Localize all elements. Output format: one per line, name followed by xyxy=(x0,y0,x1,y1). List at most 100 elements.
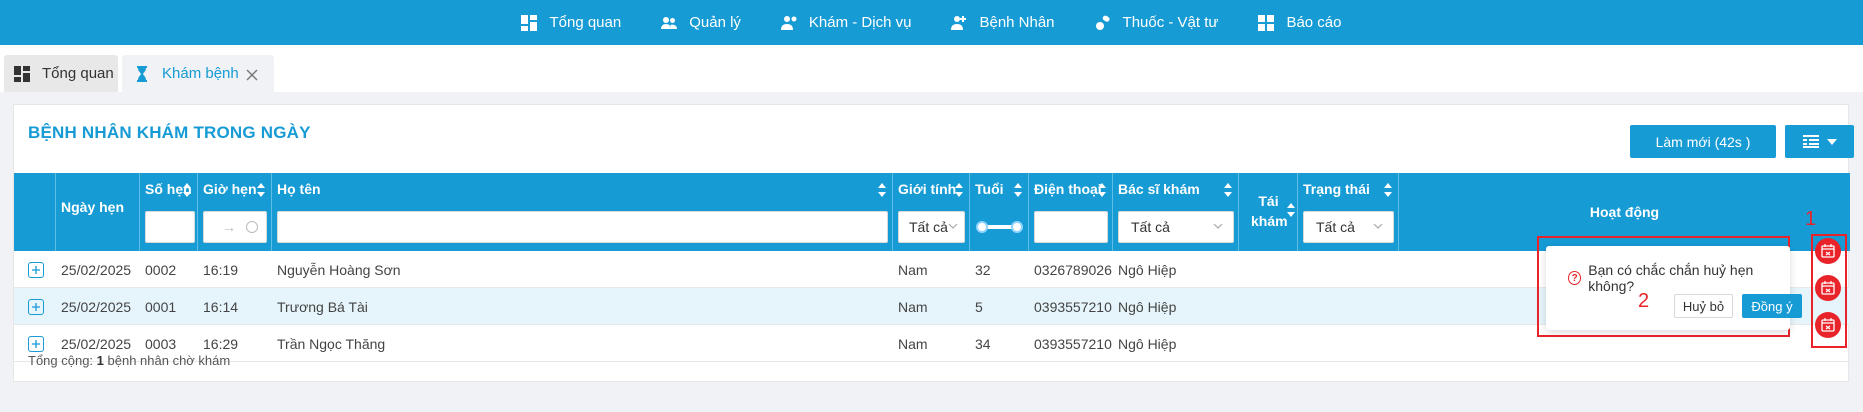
sort-icon[interactable] xyxy=(183,183,191,197)
nav-item-label: Quản lý xyxy=(689,14,741,31)
table-columns-icon xyxy=(1802,135,1819,148)
caret-down-icon xyxy=(1826,138,1837,145)
nav-item-label: Khám - Dịch vụ xyxy=(808,14,912,31)
column-header-time[interactable]: Giờ hẹn → xyxy=(198,173,272,251)
expand-column-header xyxy=(14,173,56,251)
cell-phone: 0393557210 xyxy=(1034,298,1112,315)
cell-time: 16:19 xyxy=(203,261,239,278)
cell-time: 16:14 xyxy=(203,298,239,315)
tab-examination[interactable]: Khám bệnh xyxy=(122,55,274,92)
cell-phone: 0326789026 xyxy=(1034,261,1112,278)
cell-name: Trần Ngọc Thăng xyxy=(277,335,386,352)
dashboard-icon xyxy=(521,14,538,31)
cancel-appointment-button[interactable] xyxy=(1815,275,1841,301)
column-header-doctor[interactable]: Bác sĩ khám Tất cả xyxy=(1113,173,1239,251)
cell-gender: Nam xyxy=(898,298,928,315)
expand-row-icon[interactable] xyxy=(28,262,44,278)
page-title: BỆNH NHÂN KHÁM TRONG NGÀY xyxy=(28,123,311,142)
users-icon xyxy=(661,15,678,31)
nav-item-label: Báo cáo xyxy=(1286,14,1342,31)
cell-number: 0001 xyxy=(145,298,177,315)
nav-item-dashboard[interactable]: Tổng quan xyxy=(501,0,641,45)
age-range-slider[interactable] xyxy=(976,221,1023,233)
column-header-gender[interactable]: Giới tính Tất cả xyxy=(893,173,970,251)
name-filter-input[interactable] xyxy=(277,211,888,243)
cell-date: 25/02/2025 xyxy=(61,261,132,278)
sort-icon[interactable] xyxy=(1384,183,1392,197)
column-view-button[interactable] xyxy=(1785,125,1854,158)
cell-name: Trương Bá Tài xyxy=(277,298,368,315)
column-header-age[interactable]: Tuổi xyxy=(970,173,1029,251)
cancel-appointment-button[interactable] xyxy=(1815,238,1841,264)
column-header-status[interactable]: Trạng thái Tất cả xyxy=(1298,173,1399,251)
sort-icon[interactable] xyxy=(1287,203,1295,217)
status-filter-select[interactable]: Tất cả xyxy=(1303,211,1394,243)
popconfirm-message: ? Bạn có chắc chắn huỷ hẹn không? xyxy=(1568,262,1790,294)
sort-icon[interactable] xyxy=(1224,183,1232,197)
cancel-appointment-button[interactable] xyxy=(1815,312,1841,338)
nav-item-management[interactable]: Quản lý xyxy=(641,0,761,45)
tab-bar: Tổng quan Khám bệnh xyxy=(0,45,1863,92)
nav-item-patients[interactable]: Bệnh Nhân xyxy=(931,0,1074,45)
nav-item-medicine-supplies[interactable]: Thuốc - Vật tư xyxy=(1075,0,1239,45)
tab-dashboard[interactable]: Tổng quan xyxy=(4,55,118,92)
calendar-cancel-icon xyxy=(1821,318,1835,332)
nav-item-label: Bệnh Nhân xyxy=(979,14,1055,31)
annotation-marker-2: 2 xyxy=(1638,290,1650,312)
column-header-name[interactable]: Họ tên xyxy=(272,173,893,251)
tab-label: Khám bệnh xyxy=(162,65,239,82)
gender-filter-select[interactable]: Tất cả xyxy=(898,211,965,243)
cell-date: 25/02/2025 xyxy=(61,298,132,315)
doctor-service-icon xyxy=(780,15,797,31)
popconfirm-cancel-button[interactable]: Huỷ bỏ xyxy=(1674,294,1733,318)
medicine-icon xyxy=(1095,15,1111,31)
expand-row-icon[interactable] xyxy=(28,336,44,352)
doctor-filter-select[interactable]: Tất cả xyxy=(1118,211,1234,243)
sort-icon[interactable] xyxy=(1098,183,1106,197)
expand-row-icon[interactable] xyxy=(28,299,44,315)
nav-item-reports[interactable]: Báo cáo xyxy=(1238,0,1361,45)
number-filter-input[interactable] xyxy=(145,211,195,243)
dashboard-icon xyxy=(14,65,30,82)
clock-icon xyxy=(246,221,258,233)
cell-doctor: Ngô Hiệp xyxy=(1118,261,1177,278)
report-icon xyxy=(1258,14,1275,31)
cell-gender: Nam xyxy=(898,261,928,278)
slider-handle-max[interactable] xyxy=(1011,221,1023,233)
nav-item-label: Tổng quan xyxy=(549,14,622,31)
top-navigation-bar: Tổng quan Quản lý Khám - Dịch vụ Bệnh Nh… xyxy=(0,0,1863,45)
chevron-down-icon xyxy=(1373,223,1383,229)
close-icon[interactable] xyxy=(246,68,258,80)
tab-label: Tổng quan xyxy=(42,65,114,82)
phone-filter-input[interactable] xyxy=(1034,211,1108,243)
patient-icon xyxy=(951,15,967,31)
cell-gender: Nam xyxy=(898,335,928,352)
column-header-revisit[interactable]: Tái khám xyxy=(1239,173,1298,251)
nav-item-label: Thuốc - Vật tư xyxy=(1122,14,1219,31)
time-range-filter[interactable]: → xyxy=(203,211,267,243)
refresh-button[interactable]: Làm mới (42s ) xyxy=(1630,125,1776,158)
nav-item-exam-service[interactable]: Khám - Dịch vụ xyxy=(761,0,932,45)
slider-handle-min[interactable] xyxy=(976,221,988,233)
cell-doctor: Ngô Hiệp xyxy=(1118,335,1177,352)
column-header-phone[interactable]: Điện thoại xyxy=(1029,173,1113,251)
sort-icon[interactable] xyxy=(878,183,886,197)
cell-age: 5 xyxy=(975,298,983,315)
chevron-down-icon xyxy=(948,223,958,229)
sort-icon[interactable] xyxy=(1014,183,1022,197)
sort-icon[interactable] xyxy=(955,183,963,197)
column-header-date[interactable]: Ngày hẹn xyxy=(56,173,140,251)
cell-name: Nguyễn Hoàng Sơn xyxy=(277,261,401,278)
cancel-appointment-popconfirm: ? Bạn có chắc chắn huỷ hẹn không? 2 Huỷ … xyxy=(1546,246,1802,330)
column-header-number[interactable]: Số hẹn xyxy=(140,173,198,251)
calendar-cancel-icon xyxy=(1821,281,1835,295)
cell-phone: 0393557210 xyxy=(1034,335,1112,352)
sort-icon[interactable] xyxy=(257,183,265,197)
cell-number: 0002 xyxy=(145,261,177,278)
popconfirm-ok-button[interactable]: Đồng ý xyxy=(1742,294,1802,318)
cell-doctor: Ngô Hiệp xyxy=(1118,298,1177,315)
question-circle-icon: ? xyxy=(1568,271,1582,285)
cell-age: 34 xyxy=(975,335,991,352)
calendar-cancel-icon xyxy=(1821,244,1835,258)
arrow-right-icon: → xyxy=(222,219,236,235)
